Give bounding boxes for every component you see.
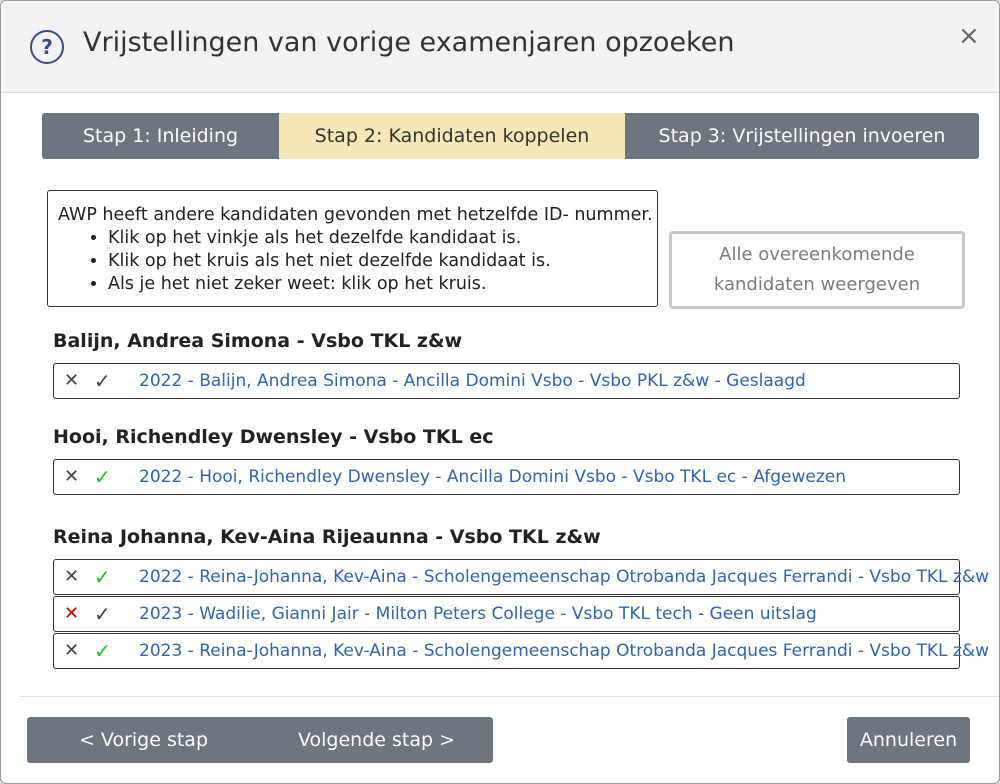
match-text[interactable]: 2022 - Hooi, Richendley Dwensley - Ancil… bbox=[139, 467, 846, 487]
modal-dialog: ? Vrijstellingen van vorige examenjaren … bbox=[0, 0, 1000, 784]
reject-x-icon[interactable]: ✕ bbox=[64, 604, 82, 624]
footer-divider bbox=[19, 696, 999, 697]
tab-step-1[interactable]: Stap 1: Inleiding bbox=[42, 113, 279, 159]
step-navigation: < Vorige stap Volgende stap > bbox=[27, 717, 493, 763]
instruction-item: Als je het niet zeker weet: klik op het … bbox=[108, 273, 657, 296]
reject-x-icon[interactable]: ✕ bbox=[64, 641, 82, 661]
cancel-button[interactable]: Annuleren bbox=[847, 717, 970, 763]
tab-step-3[interactable]: Stap 3: Vrijstellingen invoeren bbox=[625, 113, 979, 159]
previous-step-button[interactable]: < Vorige stap bbox=[27, 717, 260, 763]
accept-check-icon[interactable]: ✓ bbox=[94, 566, 118, 588]
modal-title: Vrijstellingen van vorige examenjaren op… bbox=[83, 27, 735, 58]
match-row: ✕ ✓ 2023 - Wadilie, Gianni Jair - Milton… bbox=[53, 596, 960, 632]
instructions-intro: AWP heeft andere kandidaten gevonden met… bbox=[58, 205, 653, 225]
match-text[interactable]: 2023 - Reina-Johanna, Kev-Aina - Scholen… bbox=[139, 641, 989, 661]
tab-step-2[interactable]: Stap 2: Kandidaten koppelen bbox=[279, 113, 625, 159]
close-icon[interactable]: × bbox=[958, 21, 980, 51]
accept-check-icon[interactable]: ✓ bbox=[94, 466, 118, 488]
instruction-item: Klik op het kruis als het niet dezelfde … bbox=[108, 250, 657, 273]
show-all-matches-label: Alle overeenkomende kandidaten weergeven bbox=[713, 244, 921, 295]
candidate-group-title: Hooi, Richendley Dwensley - Vsbo TKL ec bbox=[53, 426, 494, 448]
accept-check-icon[interactable]: ✓ bbox=[94, 603, 118, 625]
reject-x-icon[interactable]: ✕ bbox=[64, 371, 82, 391]
accept-check-icon[interactable]: ✓ bbox=[94, 370, 118, 392]
match-row: ✕ ✓ 2022 - Balijn, Andrea Simona - Ancil… bbox=[53, 363, 960, 399]
reject-x-icon[interactable]: ✕ bbox=[64, 567, 82, 587]
match-text[interactable]: 2023 - Wadilie, Gianni Jair - Milton Pet… bbox=[139, 604, 817, 624]
instructions-box: AWP heeft andere kandidaten gevonden met… bbox=[47, 190, 658, 307]
next-step-button[interactable]: Volgende stap > bbox=[260, 717, 493, 763]
match-text[interactable]: 2022 - Balijn, Andrea Simona - Ancilla D… bbox=[139, 371, 806, 391]
step-tabs: Stap 1: Inleiding Stap 2: Kandidaten kop… bbox=[42, 113, 979, 159]
reject-x-icon[interactable]: ✕ bbox=[64, 467, 82, 487]
candidate-group-title: Balijn, Andrea Simona - Vsbo TKL z&w bbox=[53, 330, 463, 352]
modal-header: ? Vrijstellingen van vorige examenjaren … bbox=[1, 1, 999, 93]
instructions-list: Klik op het vinkje als het dezelfde kand… bbox=[58, 227, 657, 296]
instruction-item: Klik op het vinkje als het dezelfde kand… bbox=[108, 227, 657, 250]
match-text[interactable]: 2022 - Reina-Johanna, Kev-Aina - Scholen… bbox=[139, 567, 989, 587]
candidate-group-title: Reina Johanna, Kev-Aina Rijeaunna - Vsbo… bbox=[53, 526, 601, 548]
help-icon[interactable]: ? bbox=[30, 30, 64, 64]
match-row: ✕ ✓ 2023 - Reina-Johanna, Kev-Aina - Sch… bbox=[53, 633, 989, 669]
match-row: ✕ ✓ 2022 - Reina-Johanna, Kev-Aina - Sch… bbox=[53, 559, 989, 595]
match-row: ✕ ✓ 2022 - Hooi, Richendley Dwensley - A… bbox=[53, 459, 960, 495]
accept-check-icon[interactable]: ✓ bbox=[94, 640, 118, 662]
show-all-matches-button[interactable]: Alle overeenkomende kandidaten weergeven bbox=[669, 231, 965, 309]
